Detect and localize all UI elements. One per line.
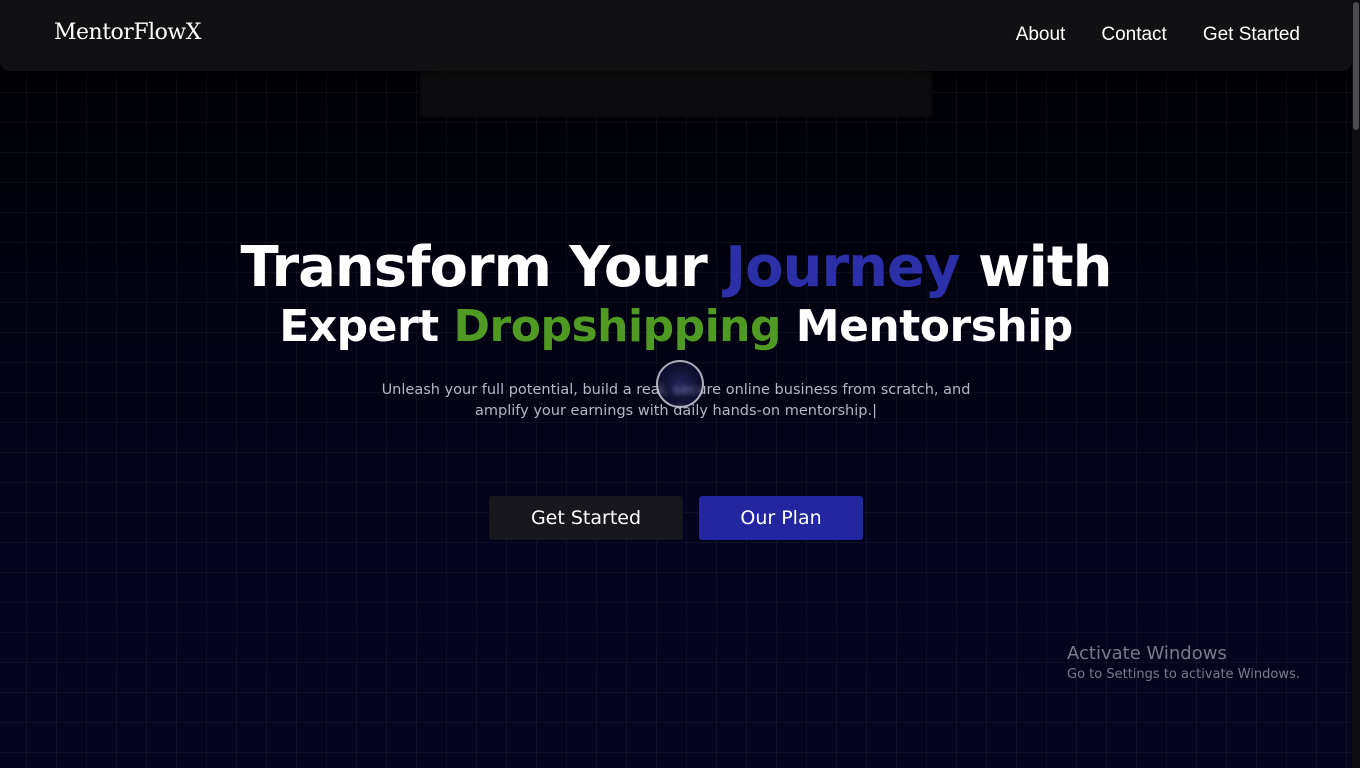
get-started-button[interactable]: Get Started — [489, 496, 683, 540]
hero-heading: Transform Your Journey with Expert Drops… — [0, 234, 1352, 352]
nav-link-contact[interactable]: Contact — [1101, 24, 1166, 46]
hero-line1-before: Transform Your — [240, 235, 726, 300]
hero-line2-before: Expert — [279, 301, 454, 352]
hero-heading-line1: Transform Your Journey with — [0, 234, 1352, 302]
nav-links: About Contact Get Started — [1016, 24, 1300, 46]
hero-line1-after: with — [959, 235, 1113, 300]
hero-heading-line2: Expert Dropshipping Mentorship — [0, 302, 1352, 352]
top-navbar: MentorFlowX About Contact Get Started — [0, 0, 1352, 71]
scrollbar-thumb[interactable] — [1353, 2, 1359, 130]
nav-link-get-started[interactable]: Get Started — [1203, 24, 1300, 46]
page-scrollbar[interactable] — [1352, 0, 1360, 768]
watermark-subtitle: Go to Settings to activate Windows. — [1067, 667, 1300, 682]
brand-logo[interactable]: MentorFlowX — [54, 20, 201, 45]
our-plan-button[interactable]: Our Plan — [699, 496, 863, 540]
watermark-title: Activate Windows — [1067, 643, 1227, 664]
hero-line1-highlight: Journey — [725, 235, 960, 300]
hero-line2-after: Mentorship — [780, 301, 1074, 352]
custom-cursor-icon — [656, 360, 704, 408]
hero-line2-highlight: Dropshipping — [453, 301, 782, 352]
windows-activation-watermark: Activate Windows Go to Settings to activ… — [1067, 643, 1300, 685]
nav-link-about[interactable]: About — [1016, 24, 1066, 46]
landing-page: MentorFlowX About Contact Get Started Tr… — [0, 0, 1360, 768]
